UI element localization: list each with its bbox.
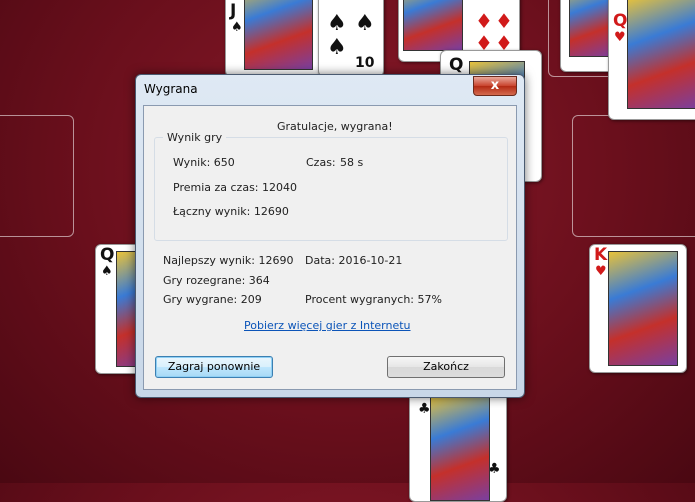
time-bonus-text: Premia za czas: 12040 xyxy=(173,181,297,194)
card-face-art xyxy=(430,395,490,501)
card-rank: Q xyxy=(100,245,115,265)
time-label: Czas: xyxy=(306,156,336,169)
close-icon: x xyxy=(490,78,500,93)
close-button[interactable]: x xyxy=(473,76,517,96)
card-suit-icon: ♠ xyxy=(231,20,243,35)
playing-card-jack-spades[interactable]: J ♠ xyxy=(225,0,322,77)
dialog-title: Wygrana xyxy=(144,82,198,96)
games-played-text: Gry rozegrane: 364 xyxy=(163,274,270,287)
game-score-group: Wynik gry Wynik: 650 Czas: 58 s Premia z… xyxy=(154,131,508,241)
congrats-message: Gratulacje, wygrana! xyxy=(277,120,393,133)
card-suit-icon: ♥ xyxy=(614,30,626,45)
card-suit-icon: ♠ xyxy=(327,11,347,36)
card-suit-icon: ♦ xyxy=(475,9,493,33)
card-suit-icon: ♥ xyxy=(595,264,607,279)
best-score-text: Najlepszy wynik: 12690 xyxy=(163,254,294,267)
play-again-button[interactable]: Zagraj ponownie xyxy=(155,356,273,378)
dialog-body: Gratulacje, wygrana! Wynik gry Wynik: 65… xyxy=(143,105,517,390)
card-suit-icon: ♠ xyxy=(327,35,347,60)
card-face-art xyxy=(403,0,463,51)
games-won-text: Gry wygrane: 209 xyxy=(163,293,262,306)
time-value: 58 s xyxy=(340,156,364,169)
win-dialog: Wygrana x Gratulacje, wygrana! Wynik gry… xyxy=(135,74,525,398)
card-suit-icon: ♠ xyxy=(101,264,113,279)
playing-card-queen-hearts[interactable]: Q ♥ xyxy=(608,0,695,120)
dialog-titlebar[interactable]: Wygrana x xyxy=(136,75,524,103)
card-rank: 10 xyxy=(355,55,375,71)
playing-card-clubs[interactable]: ♣ ♣ xyxy=(409,390,507,502)
more-games-link[interactable]: Pobierz więcej gier z Internetu xyxy=(244,319,411,332)
date-text: Data: 2016-10-21 xyxy=(305,254,403,267)
playing-card-ten-spades[interactable]: 10 ♠ ♠ ♠ xyxy=(318,0,384,77)
card-suit-icon: ♦ xyxy=(495,9,513,33)
empty-card-slot[interactable] xyxy=(0,115,74,237)
card-face-art xyxy=(627,0,695,109)
card-suit-icon: ♠ xyxy=(355,11,375,36)
group-title: Wynik gry xyxy=(163,131,227,144)
playing-card-king-hearts[interactable]: K ♥ xyxy=(589,244,687,373)
card-face-art xyxy=(608,251,678,366)
win-percentage-text: Procent wygranych: 57% xyxy=(305,293,442,306)
card-rank: Q xyxy=(449,55,464,75)
card-rank: K xyxy=(594,245,608,265)
total-score-text: Łączny wynik: 12690 xyxy=(173,205,289,218)
card-suit-icon: ♣ xyxy=(418,401,431,417)
score-text: Wynik: 650 xyxy=(173,156,235,169)
empty-card-slot[interactable] xyxy=(572,115,695,237)
card-face-art xyxy=(244,0,313,70)
card-rank: Q xyxy=(613,11,628,31)
exit-button[interactable]: Zakończ xyxy=(387,356,505,378)
card-rank: J xyxy=(230,1,237,21)
